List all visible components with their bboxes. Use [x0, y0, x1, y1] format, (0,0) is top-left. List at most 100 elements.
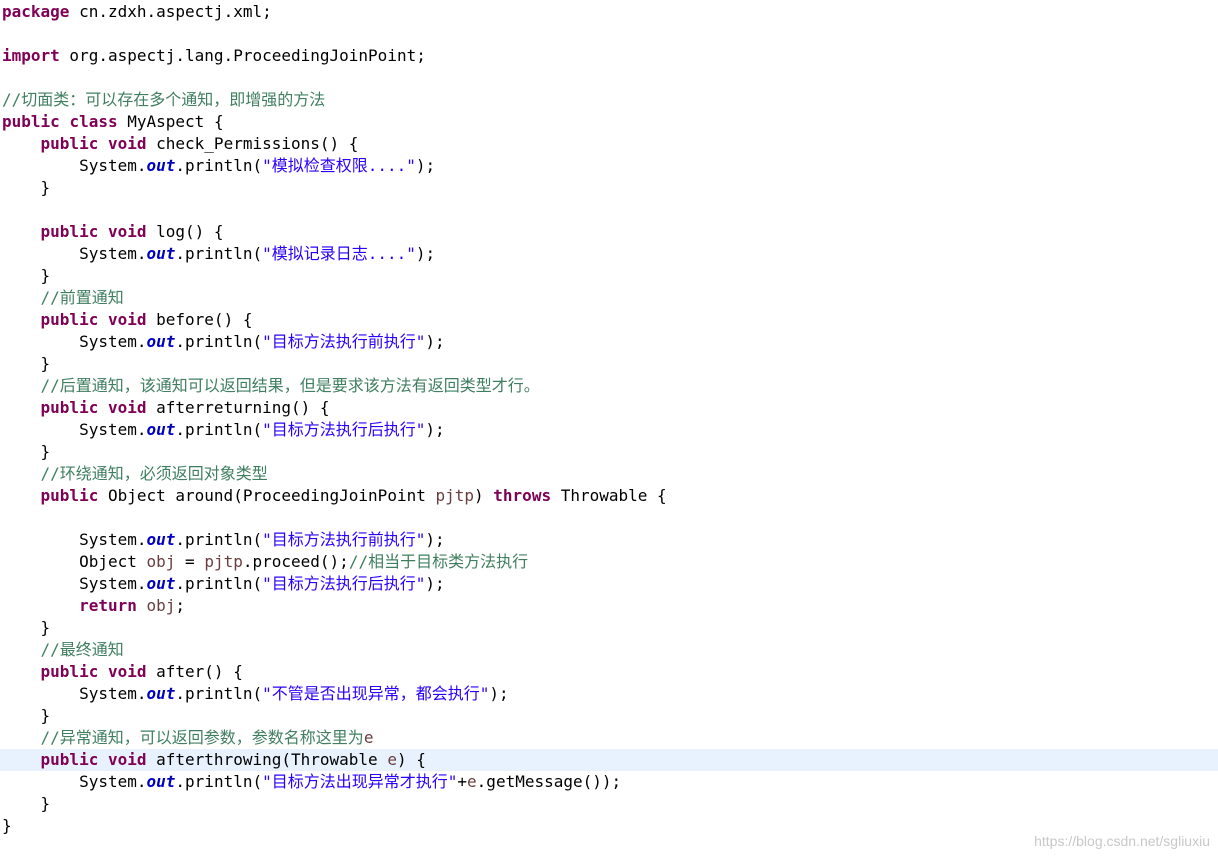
- code-text: Throwable {: [551, 486, 667, 505]
- code-line[interactable]: [0, 507, 1218, 529]
- code-line[interactable]: return obj;: [0, 595, 1218, 617]
- code-text: ) {: [396, 750, 426, 769]
- code-line[interactable]: }: [0, 617, 1218, 639]
- code-text: );: [425, 420, 445, 439]
- watermark-text: https://blog.csdn.net/sgliuxiu: [1034, 833, 1210, 849]
- string-literal: "目标方法执行后执行": [262, 420, 426, 439]
- code-text: System.: [2, 530, 147, 549]
- keyword-token: public: [40, 134, 99, 153]
- keyword-token: public: [40, 662, 99, 681]
- code-line[interactable]: //前置通知: [0, 287, 1218, 309]
- code-line[interactable]: //后置通知，该通知可以返回结果，但是要求该方法有返回类型才行。: [0, 375, 1218, 397]
- code-line[interactable]: [0, 67, 1218, 89]
- code-text: }: [2, 442, 51, 461]
- code-text: ;: [175, 596, 186, 615]
- code-line[interactable]: public Object around(ProceedingJoinPoint…: [0, 485, 1218, 507]
- code-line[interactable]: public void before() {: [0, 309, 1218, 331]
- code-text: }: [2, 706, 51, 725]
- code-line[interactable]: }: [0, 793, 1218, 815]
- code-line[interactable]: package cn.zdxh.aspectj.xml;: [0, 1, 1218, 23]
- code-line[interactable]: public void after() {: [0, 661, 1218, 683]
- code-line[interactable]: System.out.println("目标方法执行前执行");: [0, 529, 1218, 551]
- current-code-line[interactable]: public void afterthrowing(Throwable e) {: [0, 749, 1218, 771]
- code-text: System.: [2, 156, 147, 175]
- code-line[interactable]: [0, 23, 1218, 45]
- field-token: out: [146, 772, 176, 791]
- keyword-token: void: [107, 310, 147, 329]
- variable-token: obj: [146, 596, 176, 615]
- code-line[interactable]: }: [0, 265, 1218, 287]
- code-line[interactable]: //异常通知，可以返回参数，参数名称这里为e: [0, 727, 1218, 749]
- code-text: );: [415, 156, 436, 175]
- code-text: .println(: [175, 530, 263, 549]
- code-line[interactable]: }: [0, 441, 1218, 463]
- code-text: System.: [2, 574, 147, 593]
- string-literal: "模拟检查权限....": [262, 156, 416, 175]
- code-text: ): [474, 486, 494, 505]
- code-line[interactable]: System.out.println("目标方法执行后执行");: [0, 573, 1218, 595]
- comment-text: //异常通知，可以返回参数，参数名称这里为: [40, 728, 364, 747]
- code-text: );: [415, 244, 436, 263]
- code-line[interactable]: [0, 199, 1218, 221]
- code-text: }: [2, 266, 51, 285]
- keyword-token: void: [107, 398, 147, 417]
- code-text: }: [2, 794, 51, 813]
- variable-token: e: [467, 772, 477, 791]
- code-text: =: [175, 552, 205, 571]
- code-text: }: [2, 178, 51, 197]
- comment-text: //前置通知: [40, 288, 124, 307]
- code-text: .getMessage());: [476, 772, 622, 791]
- code-line[interactable]: }: [0, 353, 1218, 375]
- keyword-token: public: [40, 222, 99, 241]
- code-line[interactable]: System.out.println("模拟检查权限....");: [0, 155, 1218, 177]
- code-line[interactable]: System.out.println("不管是否出现异常，都会执行");: [0, 683, 1218, 705]
- string-literal: "目标方法执行后执行": [262, 574, 426, 593]
- comment-text: //最终通知: [40, 640, 124, 659]
- code-line[interactable]: }: [0, 177, 1218, 199]
- code-line[interactable]: //环绕通知，必须返回对象类型: [0, 463, 1218, 485]
- code-line[interactable]: public void afterreturning() {: [0, 397, 1218, 419]
- code-text: .println(: [175, 156, 263, 175]
- code-line[interactable]: public void log() {: [0, 221, 1218, 243]
- code-text: org.aspectj.lang.ProceedingJoinPoint;: [59, 46, 426, 65]
- keyword-token: class: [69, 112, 118, 131]
- code-line[interactable]: //最终通知: [0, 639, 1218, 661]
- field-token: out: [146, 684, 176, 703]
- code-line[interactable]: }: [0, 705, 1218, 727]
- code-text: cn.zdxh.aspectj.xml;: [69, 2, 272, 21]
- code-line[interactable]: import org.aspectj.lang.ProceedingJoinPo…: [0, 45, 1218, 67]
- keyword-token: void: [107, 134, 147, 153]
- code-line[interactable]: System.out.println("目标方法执行后执行");: [0, 419, 1218, 441]
- keyword-token: void: [107, 222, 147, 241]
- code-line[interactable]: Object obj = pjtp.proceed();//相当于目标类方法执行: [0, 551, 1218, 573]
- code-line[interactable]: public void check_Permissions() {: [0, 133, 1218, 155]
- code-text: System.: [2, 772, 147, 791]
- code-text: }: [2, 618, 51, 637]
- code-line[interactable]: System.out.println("目标方法执行前执行");: [0, 331, 1218, 353]
- keyword-token: public: [40, 486, 99, 505]
- code-editor[interactable]: package cn.zdxh.aspectj.xml; import org.a…: [0, 0, 1218, 857]
- code-line[interactable]: //切面类：可以存在多个通知，即增强的方法: [0, 89, 1218, 111]
- field-token: out: [146, 530, 176, 549]
- code-line[interactable]: public class MyAspect {: [0, 111, 1218, 133]
- code-line[interactable]: System.out.println("目标方法出现异常才执行"+e.getMe…: [0, 771, 1218, 793]
- code-text: );: [425, 574, 445, 593]
- keyword-token: public: [40, 398, 99, 417]
- string-literal: "目标方法执行前执行": [262, 332, 426, 351]
- keyword-token: void: [107, 750, 147, 769]
- code-text: );: [489, 684, 509, 703]
- string-literal: "目标方法出现异常才执行": [262, 772, 458, 791]
- code-line[interactable]: System.out.println("模拟记录日志....");: [0, 243, 1218, 265]
- keyword-token: void: [107, 662, 147, 681]
- code-text: );: [425, 530, 445, 549]
